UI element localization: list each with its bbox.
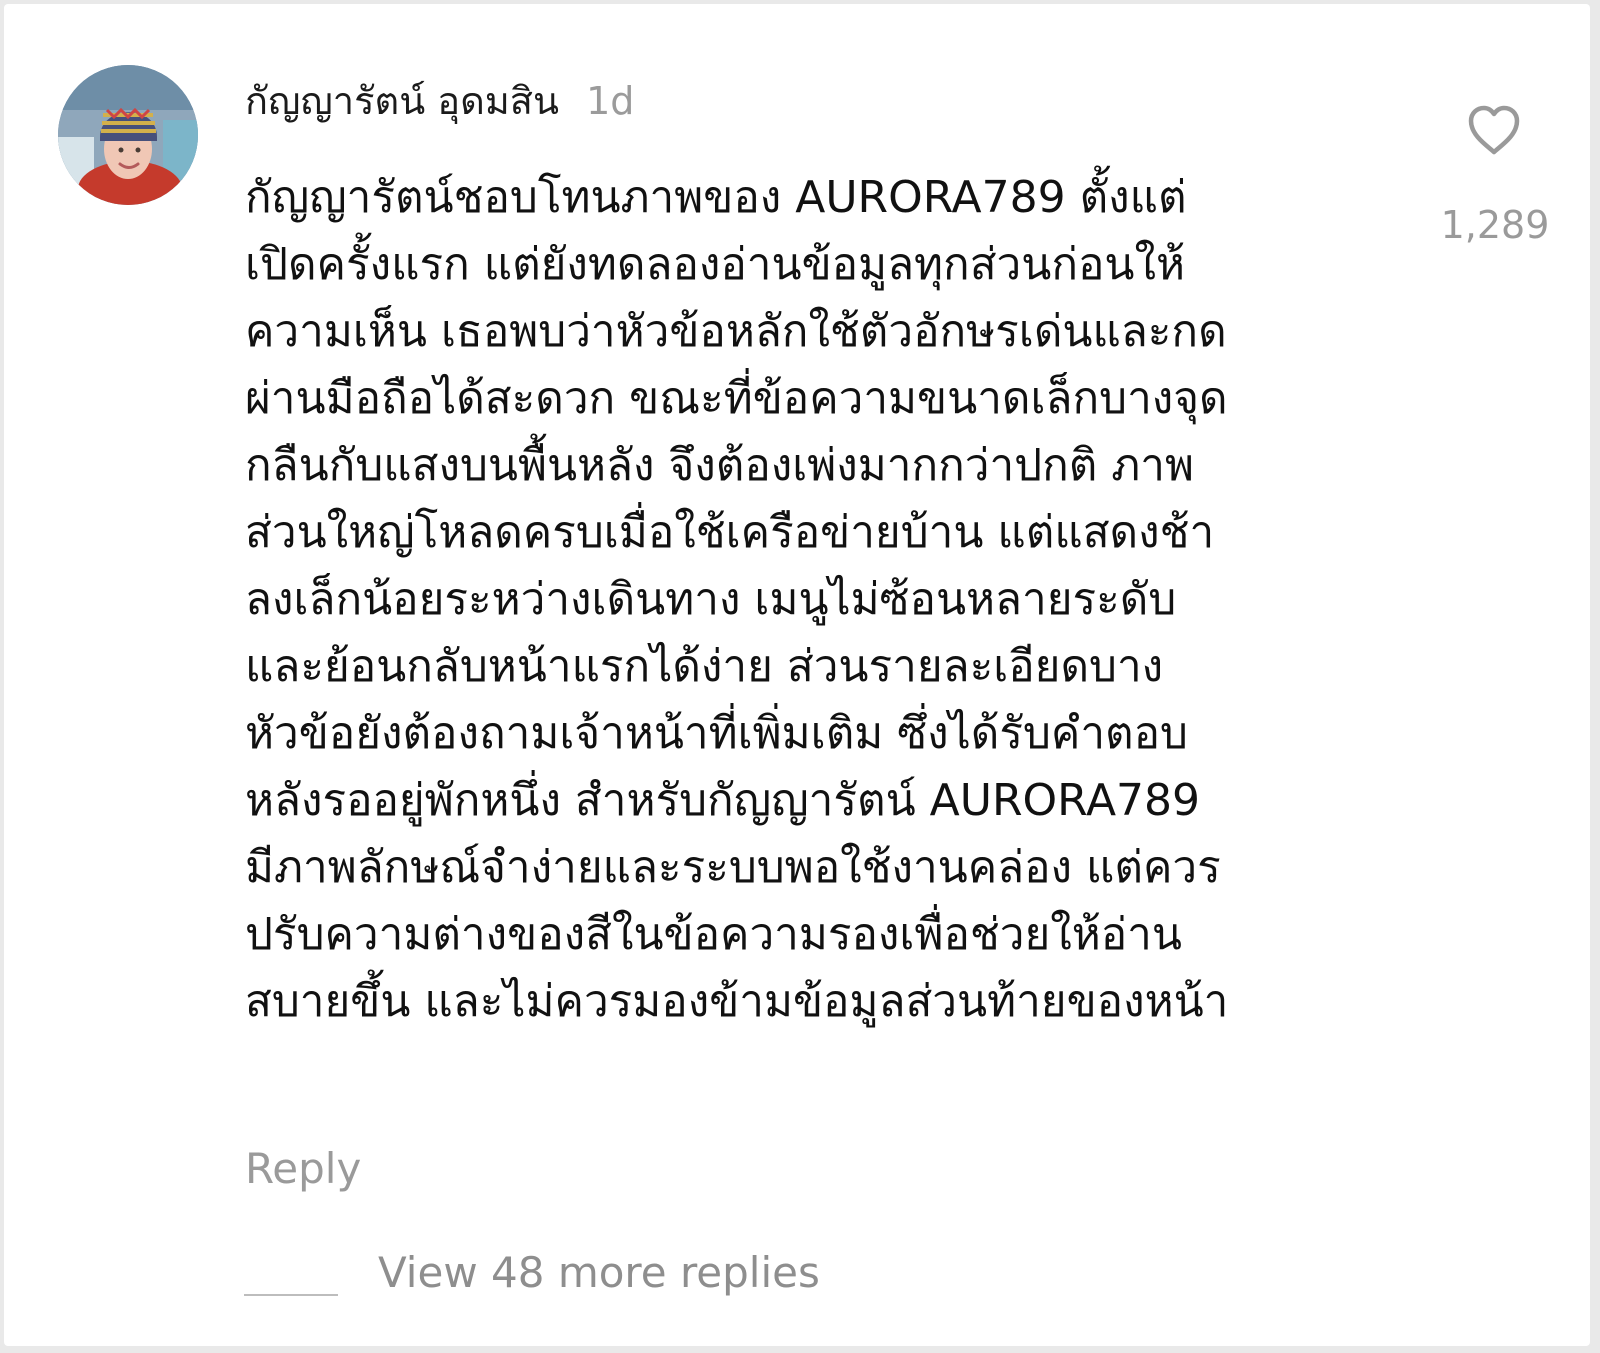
comment-text: กัญญารัตน์ชอบโทนภาพของ AURORA789 ตั้งแต่… <box>245 164 1405 1035</box>
comment-text-line: เปิดครั้งแรก แต่ยังทดลองอ่านข้อมูลทุกส่ว… <box>245 239 1185 290</box>
heart-outline-icon <box>1468 105 1520 155</box>
comment-text-line: ความเห็น เธอพบว่าหัวข้อหลักใช้ตัวอักษรเด… <box>245 306 1227 357</box>
username[interactable]: กัญญารัตน์ อุดมสิน <box>245 79 559 123</box>
comment-text-line: ลงเล็กน้อยระหว่างเดินทาง เมนูไม่ซ้อนหลาย… <box>245 574 1177 625</box>
replies-divider <box>244 1294 338 1296</box>
comment-text-line: หลังรออยู่พักหนึ่ง สำหรับกัญญารัตน์ AURO… <box>245 775 1201 826</box>
comment-text-line: สบายขึ้น และไม่ควรมองข้ามข้อมูลส่วนท้ายข… <box>245 976 1229 1027</box>
comment-text-line: กลืนกับแสงบนพื้นหลัง จึงต้องเพ่งมากกว่าป… <box>245 440 1195 491</box>
avatar-image <box>58 65 198 205</box>
comment-text-line: ส่วนใหญ่โหลดครบเมื่อใช้เครือข่ายบ้าน แต่… <box>245 507 1215 558</box>
comment-card: กัญญารัตน์ อุดมสิน 1d กัญญารัตน์ชอบโทนภา… <box>4 4 1590 1346</box>
view-more-replies-button[interactable]: View 48 more replies <box>378 1246 820 1300</box>
comment-text-line: ปรับความต่างของสีในข้อความรองเพื่อช่วยให… <box>245 909 1182 960</box>
reply-button[interactable]: Reply <box>245 1142 361 1196</box>
comment-text-line: กัญญารัตน์ชอบโทนภาพของ AURORA789 ตั้งแต่ <box>245 172 1187 223</box>
comment-header: กัญญารัตน์ อุดมสิน 1d <box>245 76 634 126</box>
comment-text-line: ผ่านมือถือได้สะดวก ขณะที่ข้อความขนาดเล็ก… <box>245 373 1228 424</box>
comment-text-line: และย้อนกลับหน้าแรกได้ง่าย ส่วนรายละเอียด… <box>245 641 1164 692</box>
comment-text-line: มีภาพลักษณ์จำง่ายและระบบพอใช้งานคล่อง แต… <box>245 842 1221 893</box>
comment-text-line: หัวข้อยังต้องถามเจ้าหน้าที่เพิ่มเติม ซึ่… <box>245 708 1188 759</box>
timestamp: 1d <box>586 79 635 123</box>
avatar[interactable] <box>58 65 198 205</box>
like-button[interactable] <box>1462 99 1526 163</box>
like-count: 1,289 <box>1440 203 1550 247</box>
